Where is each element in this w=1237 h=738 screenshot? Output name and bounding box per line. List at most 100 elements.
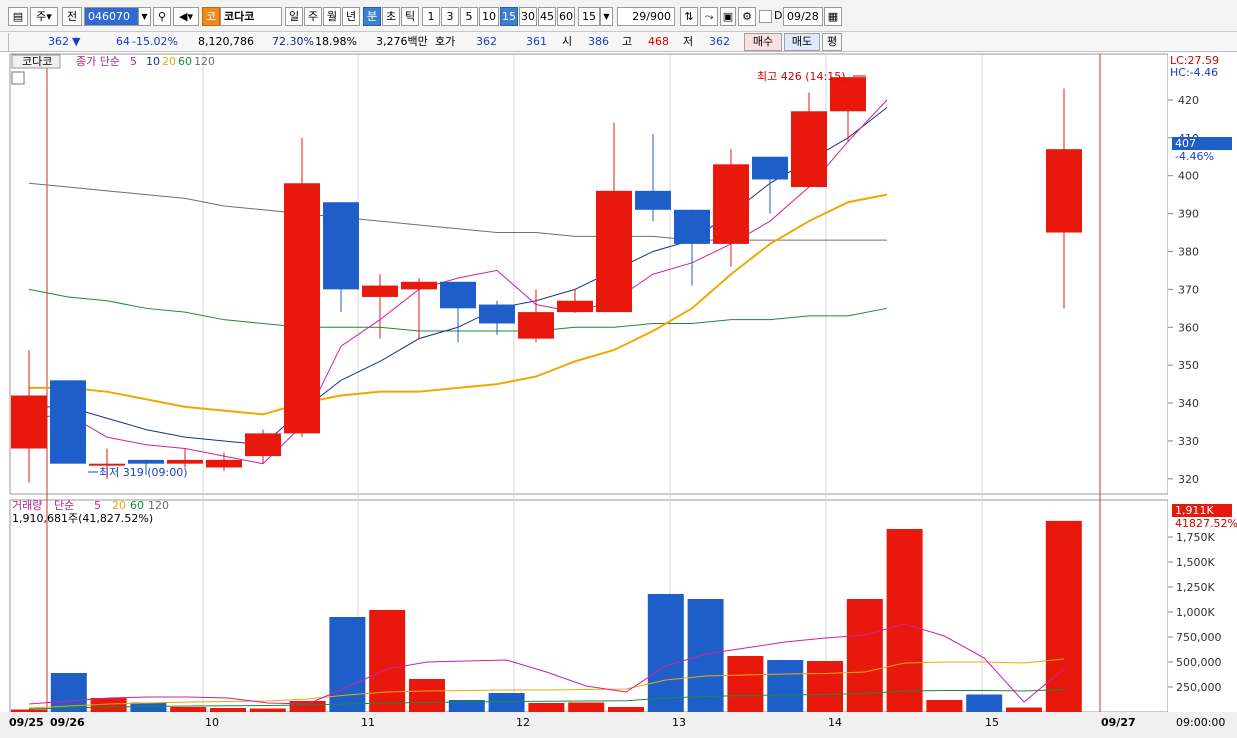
current-volume-label: 1,911K xyxy=(1175,504,1214,517)
ask-label: 호가 xyxy=(435,35,456,48)
period-year-button[interactable]: 년 xyxy=(342,7,360,26)
x-axis-label: 09/25 xyxy=(9,716,44,729)
interval-45-button[interactable]: 45 xyxy=(538,7,556,26)
trade-amount: 3,276백만 xyxy=(376,35,428,48)
x-axis-label: 09/27 xyxy=(1101,716,1136,729)
period-week-button[interactable]: 주 xyxy=(304,7,322,26)
volume-bar xyxy=(886,529,923,712)
candlestick-chart[interactable]: 4204104003903803703603503403303201,750K1… xyxy=(0,52,1237,735)
low-label: 저 xyxy=(683,35,694,48)
volume-bar xyxy=(1045,520,1082,712)
unit-minute-button[interactable]: 분 xyxy=(363,7,381,26)
open-price: 386 xyxy=(588,35,609,48)
volume-bar xyxy=(409,679,445,712)
candle-body xyxy=(440,281,476,309)
period-month-button[interactable]: 월 xyxy=(323,7,341,26)
unit-second-button[interactable]: 초 xyxy=(382,7,400,26)
line-tool-icon[interactable]: ⤳ xyxy=(700,7,718,26)
turnover-ratio: 18.98% xyxy=(315,35,357,48)
ma-legend-label: 종가 단순 xyxy=(76,55,120,68)
volume-bar xyxy=(488,693,525,712)
candle-body xyxy=(128,459,164,464)
gear-icon[interactable]: ⚙ xyxy=(738,7,756,26)
candle-body xyxy=(791,111,827,188)
candle-body xyxy=(11,395,47,449)
code-dropdown-icon[interactable]: ▼ xyxy=(138,7,151,26)
volume-ma-legend-120: 120 xyxy=(148,499,169,512)
interval-10-button[interactable]: 10 xyxy=(479,7,499,26)
x-axis-label: 10 xyxy=(205,716,219,729)
chart-toolbar: ▤ 주▾ 전 046070 ▼ ⚲ ◀▾ 코 코다코 일 주 월 년 분 초 틱… xyxy=(0,0,1237,32)
interval-5-button[interactable]: 5 xyxy=(460,7,478,26)
calendar-icon[interactable]: ▦ xyxy=(824,7,842,26)
current-pct-label: -4.46% xyxy=(1175,150,1214,163)
candle-body xyxy=(401,281,437,290)
candle-body xyxy=(245,433,281,457)
candle-body xyxy=(167,459,203,464)
current-price-label: 407 xyxy=(1175,137,1196,150)
volume-bar xyxy=(289,701,326,712)
x-axis-label: 14 xyxy=(828,716,842,729)
volume-bar xyxy=(767,660,804,712)
unit-tick-button[interactable]: 틱 xyxy=(401,7,419,26)
volume-bar xyxy=(727,656,764,712)
interval-dropdown[interactable]: 15 xyxy=(578,7,600,26)
interval-3-button[interactable]: 3 xyxy=(441,7,459,26)
avg-button[interactable]: 평 xyxy=(822,33,842,51)
x-axis-label: 12 xyxy=(516,716,530,729)
period-day-button[interactable]: 일 xyxy=(285,7,303,26)
volume-value: 8,120,786 xyxy=(198,35,254,48)
sell-button[interactable]: 매도 xyxy=(784,33,820,51)
volume-bar xyxy=(846,599,883,712)
stock-name-field[interactable]: 코다코 xyxy=(220,7,282,26)
candle-body xyxy=(518,312,554,339)
price-tick-label: 420 xyxy=(1178,94,1199,107)
candle-body xyxy=(50,380,86,464)
x-axis-label: 13 xyxy=(672,716,686,729)
sound-icon[interactable]: ◀▾ xyxy=(173,7,199,26)
volume-bar xyxy=(369,610,406,712)
volume-tick-label: 500,000 xyxy=(1176,656,1222,669)
low-price: 362 xyxy=(709,35,730,48)
count-input[interactable]: 29/900 xyxy=(617,7,675,26)
volume-bar xyxy=(130,702,167,712)
volume-tick-label: 1,500K xyxy=(1176,556,1215,569)
count-value: 29 xyxy=(632,10,647,23)
interval-15-button[interactable]: 15 xyxy=(500,7,518,26)
ask-price: 362 xyxy=(476,35,497,48)
change-value: 64 xyxy=(116,35,130,48)
buy-button[interactable]: 매수 xyxy=(744,33,782,51)
volume-bar xyxy=(528,703,565,712)
save-icon[interactable]: ▣ xyxy=(720,7,736,26)
volume-ratio: 72.30% xyxy=(272,35,314,48)
interval-1-button[interactable]: 1 xyxy=(422,7,440,26)
candle-body xyxy=(674,209,710,244)
price-tick-label: 360 xyxy=(1178,321,1199,334)
candle-settings-icon[interactable]: ⇅ xyxy=(680,7,698,26)
candle-body xyxy=(557,300,593,313)
volume-ma-legend-60: 60 xyxy=(130,499,144,512)
period-type-select[interactable]: 주▾ xyxy=(30,7,58,26)
interval-30-button[interactable]: 30 xyxy=(519,7,537,26)
ma-legend-5: 5 xyxy=(130,55,137,68)
interval-60-button[interactable]: 60 xyxy=(557,7,575,26)
date-input[interactable]: 09/28 xyxy=(783,7,823,26)
price-tick-label: 320 xyxy=(1178,473,1199,486)
price-tick-label: 370 xyxy=(1178,283,1199,296)
search-icon[interactable]: ⚲ xyxy=(153,7,171,26)
candle-body xyxy=(596,190,632,313)
date-checkbox[interactable] xyxy=(759,10,772,23)
volume-bar xyxy=(608,707,644,712)
volume-tick-label: 250,000 xyxy=(1176,681,1222,694)
mode-button[interactable]: 전 xyxy=(62,7,82,26)
volume-ma-legend-5: 5 xyxy=(94,499,101,512)
volume-bar xyxy=(807,661,843,712)
volume-bar xyxy=(249,708,286,712)
chart-area[interactable]: 4204104003903803703603503403303201,750K1… xyxy=(0,52,1237,735)
interval-dropdown-icon[interactable]: ▼ xyxy=(600,7,613,26)
chart-layout-icon[interactable]: ▤ xyxy=(8,7,28,26)
high-label: 고 xyxy=(622,35,633,48)
down-arrow-icon: ▼ xyxy=(72,35,81,48)
x-axis-time-label: 09:00:00 xyxy=(1176,716,1225,729)
bid-price: 361 xyxy=(526,35,547,48)
